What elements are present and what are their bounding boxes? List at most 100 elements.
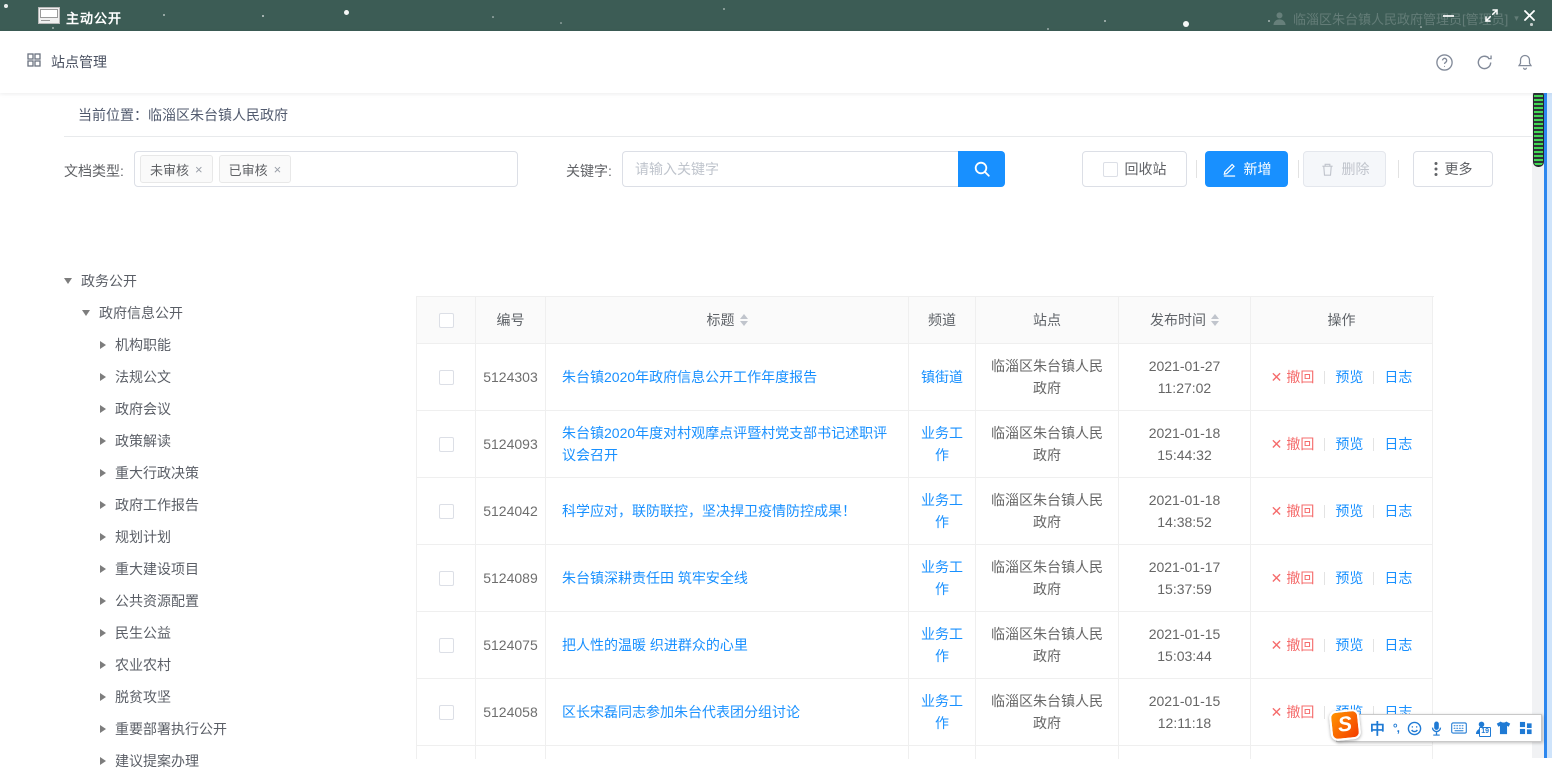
withdraw-button[interactable]: ✕撤回 (1271, 568, 1315, 588)
tree-item[interactable]: 重大建设项目 (0, 553, 410, 585)
channel-link[interactable]: 业务工作 (915, 690, 969, 734)
ime-keyboard-icon[interactable] (1451, 722, 1467, 734)
expand-icon[interactable] (100, 565, 106, 573)
ime-skin-icon[interactable] (1496, 721, 1511, 735)
tree-item[interactable]: 脱贫攻坚 (0, 681, 410, 713)
expand-icon[interactable] (100, 757, 106, 765)
doc-title-link[interactable]: 朱台镇2020年度对村观摩点评暨村党支部书记述职评议会召开 (562, 422, 892, 466)
expand-icon[interactable] (100, 437, 106, 445)
ime-language-mode[interactable]: 中 (1370, 718, 1385, 739)
expand-icon[interactable] (100, 661, 106, 669)
doc-title-link[interactable]: 朱台镇深耕责任田 筑牢安全线 (562, 567, 748, 589)
withdraw-button[interactable]: ✕撤回 (1271, 501, 1315, 521)
remove-tag-icon[interactable]: × (195, 162, 203, 177)
expand-icon[interactable] (100, 597, 106, 605)
row-checkbox[interactable] (439, 370, 454, 385)
tree-item[interactable]: 政府会议 (0, 393, 410, 425)
scrollbar-thumb[interactable] (1533, 90, 1544, 167)
expand-icon[interactable] (100, 405, 106, 413)
log-button[interactable]: 日志 (1384, 568, 1412, 588)
channel-link[interactable]: 业务工作 (915, 556, 969, 600)
channel-link[interactable]: 业务工作 (915, 422, 969, 466)
expand-icon[interactable] (100, 341, 106, 349)
expand-icon[interactable] (100, 629, 106, 637)
doc-title-link[interactable]: 科学应对，联防联控，坚决捍卫疫情防控成果！ (562, 500, 856, 522)
tree-item[interactable]: 法规公文 (0, 361, 410, 393)
preview-button[interactable]: 预览 (1335, 568, 1363, 588)
withdraw-button[interactable]: ✕撤回 (1271, 367, 1315, 387)
sort-icon[interactable] (1211, 314, 1219, 326)
withdraw-button[interactable]: ✕撤回 (1271, 635, 1315, 655)
action-divider (1324, 572, 1325, 585)
tree-item[interactable]: 规划计划 (0, 521, 410, 553)
more-button[interactable]: 更多 (1413, 151, 1493, 187)
scrollbar-track[interactable] (1532, 93, 1544, 758)
row-checkbox[interactable] (439, 504, 454, 519)
log-button[interactable]: 日志 (1384, 635, 1412, 655)
help-button[interactable] (1435, 31, 1454, 93)
tree-item[interactable]: 重大行政决策 (0, 457, 410, 489)
withdraw-button[interactable]: ✕撤回 (1271, 702, 1315, 722)
log-button[interactable]: 日志 (1384, 434, 1412, 454)
tree-item[interactable]: 机构职能 (0, 329, 410, 361)
search-button[interactable] (958, 151, 1005, 187)
log-button[interactable]: 日志 (1384, 501, 1412, 521)
column-header-title[interactable]: 标题 (546, 297, 909, 344)
expand-icon[interactable] (100, 501, 106, 509)
channel-link[interactable]: 镇街道 (915, 366, 969, 388)
remove-tag-icon[interactable]: × (274, 162, 282, 177)
tree-item[interactable]: 重要部署执行公开 (0, 713, 410, 745)
sort-icon[interactable] (740, 314, 748, 326)
ime-account-icon[interactable]: 19 (1475, 721, 1488, 735)
row-checkbox[interactable] (439, 571, 454, 586)
doc-title-link[interactable]: 朱台镇2020年政府信息公开工作年度报告 (562, 366, 817, 388)
column-header-time[interactable]: 发布时间 (1119, 297, 1251, 344)
delete-button[interactable]: 删除 (1303, 151, 1386, 187)
preview-button[interactable]: 预览 (1335, 434, 1363, 454)
minimize-button[interactable] (1439, 6, 1457, 24)
row-checkbox[interactable] (439, 638, 454, 653)
tree-item[interactable]: 政务公开 (0, 265, 410, 297)
keyword-input[interactable] (622, 151, 958, 187)
close-button[interactable] (1520, 6, 1538, 24)
collapse-icon[interactable] (82, 310, 90, 316)
add-button[interactable]: 新增 (1205, 151, 1288, 187)
row-checkbox[interactable] (439, 705, 454, 720)
collapse-icon[interactable] (64, 278, 72, 284)
expand-icon[interactable] (100, 725, 106, 733)
preview-button[interactable]: 预览 (1335, 501, 1363, 521)
sogou-logo[interactable]: S (1329, 709, 1362, 742)
tree-item[interactable]: 政策解读 (0, 425, 410, 457)
maximize-button[interactable] (1482, 6, 1500, 24)
preview-button[interactable]: 预览 (1335, 367, 1363, 387)
expand-icon[interactable] (100, 533, 106, 541)
tree-item[interactable]: 政府工作报告 (0, 489, 410, 521)
tree-item[interactable]: 建议提案办理 (0, 745, 410, 777)
tree-item[interactable]: 公共资源配置 (0, 585, 410, 617)
channel-link[interactable]: 业务工作 (915, 623, 969, 667)
select-all-checkbox[interactable] (439, 313, 454, 328)
ime-voice-icon[interactable] (1430, 721, 1443, 736)
doc-type-select[interactable]: 未审核×已审核× (134, 151, 518, 187)
grid-menu-icon[interactable] (27, 53, 41, 72)
ime-punctuation-icon[interactable]: °, (1393, 721, 1399, 735)
recycle-bin-button[interactable]: 回收站 (1082, 151, 1187, 187)
ime-toolbox-icon[interactable] (1519, 721, 1533, 735)
preview-button[interactable]: 预览 (1335, 635, 1363, 655)
withdraw-button[interactable]: ✕撤回 (1271, 434, 1315, 454)
refresh-button[interactable] (1475, 31, 1494, 93)
notification-button[interactable] (1516, 31, 1534, 93)
recycle-bin-checkbox[interactable] (1103, 162, 1118, 177)
expand-icon[interactable] (100, 373, 106, 381)
doc-title-link[interactable]: 把人性的温暖 织进群众的心里 (562, 634, 748, 656)
channel-link[interactable]: 业务工作 (915, 489, 969, 533)
tree-item[interactable]: 农业农村 (0, 649, 410, 681)
ime-emoji-icon[interactable] (1407, 721, 1422, 736)
tree-item[interactable]: 民生公益 (0, 617, 410, 649)
tree-item[interactable]: 政府信息公开 (0, 297, 410, 329)
row-checkbox[interactable] (439, 437, 454, 452)
doc-title-link[interactable]: 区长宋磊同志参加朱台代表团分组讨论 (562, 701, 800, 723)
expand-icon[interactable] (100, 469, 106, 477)
log-button[interactable]: 日志 (1384, 367, 1412, 387)
expand-icon[interactable] (100, 693, 106, 701)
